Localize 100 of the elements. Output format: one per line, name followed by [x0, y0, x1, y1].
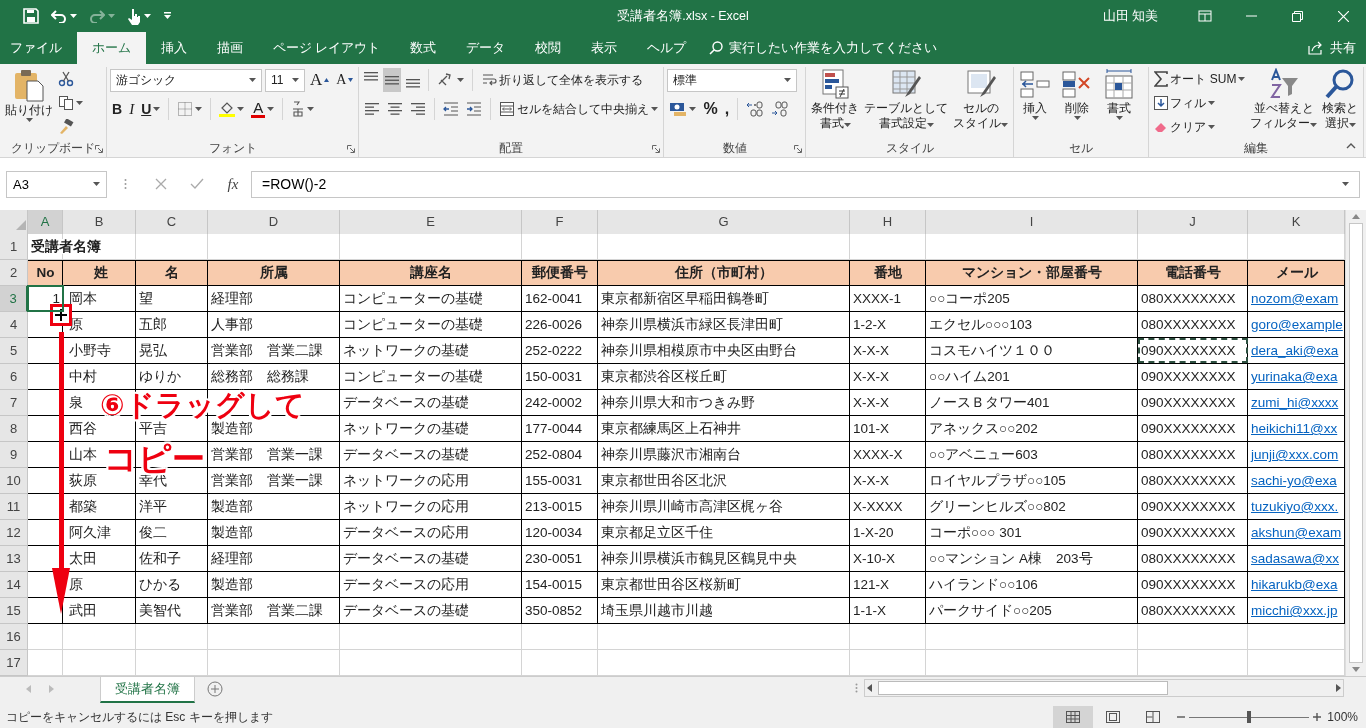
email-link[interactable]: dera_aki@exa [1251, 343, 1339, 358]
grow-font-button[interactable]: A [308, 68, 332, 92]
font-color-button[interactable]: A [249, 97, 277, 121]
row-header[interactable]: 9 [0, 442, 28, 468]
table-cell: 晃弘 [139, 343, 167, 358]
insert-function-button[interactable]: fx [215, 175, 251, 193]
font-name-field[interactable]: 游ゴシック [110, 68, 262, 92]
table-cell: 人事部 [211, 317, 253, 332]
email-link[interactable]: micchi@xxx.jp [1251, 603, 1338, 618]
ribbon-tab[interactable]: ホーム [77, 32, 146, 64]
email-link[interactable]: sadasawa@xx [1251, 551, 1339, 566]
row-header[interactable]: 15 [0, 598, 28, 624]
table-cell: 155-0031 [525, 473, 583, 488]
row-header[interactable]: 2 [0, 260, 28, 286]
copied-cell[interactable]: 090XXXXXXXX [1138, 338, 1248, 363]
paste-button[interactable]: 貼り付け [3, 67, 55, 140]
email-link[interactable]: yurinaka@exa [1251, 369, 1338, 384]
shrink-font-button[interactable]: A [334, 68, 356, 92]
table-cell: 美智代 [139, 603, 181, 618]
fill-button[interactable]: フィル [1152, 91, 1248, 115]
ribbon-tab[interactable]: ページ レイアウト [258, 32, 396, 64]
table-cell: 神奈川県川崎市高津区梶ヶ谷 [601, 499, 783, 514]
italic-button[interactable]: I [127, 97, 137, 121]
format-as-table-button[interactable]: テーブルとして 書式設定 [862, 67, 951, 140]
selected-cell[interactable]: 1 [28, 286, 63, 311]
table-cell: 東京都世田谷区桜新町 [601, 577, 741, 592]
table-cell: 太田 [69, 551, 97, 566]
ribbon-tab[interactable]: 描画 [202, 32, 258, 64]
row-header[interactable]: 8 [0, 416, 28, 442]
email-link[interactable]: junji@xxx.com [1251, 447, 1339, 462]
format-cells-button[interactable]: 書式 [1101, 67, 1138, 140]
row-header[interactable]: 16 [0, 624, 28, 650]
ribbon-tab[interactable]: データ [451, 32, 521, 64]
conditional-formatting-button[interactable]: 条件付き 書式 [809, 67, 862, 140]
ribbon-tab[interactable]: 挿入 [146, 32, 202, 64]
cell-styles-button[interactable]: セルの スタイル [951, 67, 1011, 140]
row-header[interactable]: 13 [0, 546, 28, 572]
sort-filter-button[interactable]: 並べ替えと フィルター [1248, 67, 1320, 140]
formula-field[interactable]: =ROW()-2 [251, 170, 1360, 198]
insert-cells-button[interactable]: 挿入 [1017, 67, 1054, 140]
table-cell: 平吉 [139, 421, 167, 436]
ribbon-tab[interactable]: 数式 [395, 32, 452, 64]
row-header[interactable]: 6 [0, 364, 28, 390]
email-link[interactable]: nozom@exam [1251, 291, 1339, 306]
row-header[interactable]: 14 [0, 572, 28, 598]
find-select-button[interactable]: 検索と 選択 [1320, 67, 1361, 140]
row-header[interactable]: 10 [0, 468, 28, 494]
table-cell: コンピューターの基礎 [343, 369, 483, 384]
name-box[interactable]: A3 [6, 170, 107, 198]
table-cell: データベースの基礎 [343, 551, 469, 566]
font-size-field[interactable]: 11 [265, 68, 305, 92]
zoom-level[interactable]: 100% [1327, 710, 1358, 724]
table-cell: データベースの応用 [343, 577, 469, 592]
number-format-field[interactable]: 標準 [667, 68, 798, 92]
comma-button[interactable]: , [722, 97, 732, 121]
tell-me-field[interactable]: 実行したい作業を入力してください [709, 32, 938, 64]
ribbon-tab[interactable]: ヘルプ [632, 32, 702, 64]
row-header[interactable]: 17 [0, 650, 28, 676]
column-heading: 講座名 [410, 265, 452, 280]
column-heading: 番地 [874, 265, 902, 280]
share-button[interactable]: 共有 [1308, 32, 1366, 64]
row-header[interactable]: 7 [0, 390, 28, 416]
table-cell: 177-0044 [525, 421, 583, 436]
table-cell: 東京都練馬区上石神井 [601, 421, 741, 436]
table-cell: 西谷 [69, 421, 97, 436]
email-link[interactable]: akshun@exam [1251, 525, 1342, 540]
percent-button[interactable]: % [701, 97, 720, 121]
table-cell: 1-1-X [853, 603, 886, 618]
table-cell: ロイヤルプラザ○○105 [929, 473, 1066, 488]
ribbon-tab[interactable]: 校閲 [520, 32, 577, 64]
row-header[interactable]: 1 [0, 234, 28, 260]
underline-button[interactable]: U [139, 97, 163, 121]
table-cell: XXXX-1 [853, 291, 902, 306]
row-header[interactable]: 4 [0, 312, 28, 338]
ribbon-tab[interactable]: 表示 [576, 32, 633, 64]
column-heading: 住所（市町村） [675, 265, 773, 280]
email-link[interactable]: goro@example [1251, 317, 1343, 332]
row-header[interactable]: 11 [0, 494, 28, 520]
table-cell: 神奈川県藤沢市湘南台 [601, 447, 741, 462]
merge-center-button[interactable]: セルを結合して中央揃え [497, 97, 661, 121]
column-heading: 名 [165, 265, 179, 280]
wrap-text-button[interactable]: 折り返して全体を表示する [479, 68, 646, 92]
row-header[interactable]: 12 [0, 520, 28, 546]
sheet-tab[interactable]: 受講者名簿 [100, 677, 195, 703]
email-link[interactable]: sachi-yo@exa [1251, 473, 1337, 488]
delete-cells-button[interactable]: 削除 [1059, 67, 1096, 140]
email-link[interactable]: zumi_hi@xxxx [1251, 395, 1339, 410]
ribbon-tab[interactable]: ファイル [0, 32, 77, 64]
table-cell: 都築 [69, 499, 97, 514]
email-link[interactable]: tuzukiyo@xxx. [1251, 499, 1339, 514]
column-heading: 姓 [94, 265, 108, 280]
row-header[interactable]: 5 [0, 338, 28, 364]
table-cell: 090XXXXXXXX [1141, 525, 1236, 540]
email-link[interactable]: hikarukb@exa [1251, 577, 1338, 592]
table-cell: 洋平 [139, 499, 167, 514]
row-header[interactable]: 3 [0, 286, 28, 312]
autosum-button[interactable]: オート SUM [1152, 67, 1248, 91]
email-link[interactable]: heikichi11@xx [1251, 421, 1338, 436]
bold-button[interactable]: B [110, 97, 125, 121]
clear-button[interactable]: クリア [1152, 115, 1248, 139]
